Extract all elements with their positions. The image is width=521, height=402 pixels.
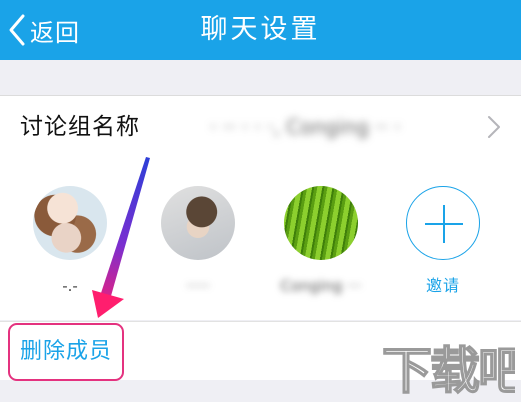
avatar: [284, 186, 358, 260]
avatar: [33, 186, 107, 260]
svg-text:下载吧: 下载吧: [382, 342, 515, 400]
group-name-value: · ·· · · ·, Conging ·· ·: [210, 115, 401, 139]
member-name: ·····: [186, 277, 210, 295]
invite-label: 邀请: [425, 276, 460, 295]
watermark-logo: 下载吧: [381, 341, 515, 401]
member-item[interactable]: -.-: [25, 186, 115, 296]
navigation-bar: 聊天设置 返回: [0, 0, 521, 60]
avatar: [161, 186, 235, 260]
back-label: 返回: [30, 18, 80, 47]
member-item[interactable]: ·····: [153, 186, 243, 296]
group-name-label: 讨论组名称: [20, 114, 140, 140]
chevron-left-icon: [9, 14, 25, 46]
member-item[interactable]: Conging ···: [276, 186, 366, 296]
member-name: Conging ···: [280, 277, 362, 295]
back-button[interactable]: 返回: [6, 0, 80, 60]
invite-button[interactable]: 邀请: [398, 186, 488, 296]
member-name: -.-: [62, 277, 78, 295]
members-panel: -.- ····· Conging ··· 邀请: [0, 158, 521, 320]
group-name-row[interactable]: 讨论组名称 · ·· · · ·, Conging ·· ·: [0, 95, 521, 159]
delete-members-label: 删除成员: [20, 339, 113, 364]
plus-icon: [406, 186, 480, 260]
delete-members-button[interactable]: 删除成员: [8, 323, 124, 381]
chevron-right-icon: [488, 116, 500, 138]
